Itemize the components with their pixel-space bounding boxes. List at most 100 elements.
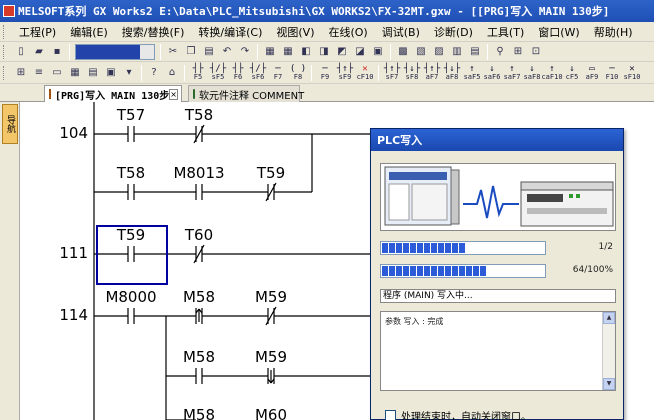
- key-sf5-open-branch[interactable]: ┤/├ sF5: [209, 64, 227, 81]
- tab-program-main[interactable]: [PRG]写入 MAIN 130步 ×: [44, 85, 182, 102]
- key-f9-hline[interactable]: ─ F9: [316, 64, 334, 81]
- key-af7-rising-branch[interactable]: ┤↑├ aF7: [423, 64, 441, 81]
- key-sf8-falling[interactable]: ┤↓├ sF8: [403, 64, 421, 81]
- statement-icon[interactable]: ▦: [67, 65, 83, 81]
- key-saf5[interactable]: ↑ saF5: [463, 64, 481, 81]
- navigation-tab[interactable]: 导航: [2, 104, 18, 144]
- contact-label[interactable]: M58: [164, 406, 234, 420]
- key-f10[interactable]: ─ F10: [603, 64, 621, 81]
- key-af8-falling-branch[interactable]: ┤↓├ aF8: [443, 64, 461, 81]
- contact-label[interactable]: T58: [96, 164, 166, 182]
- log-scrollbar[interactable]: ▲ ▼: [602, 312, 615, 390]
- ladder-mode-icon[interactable]: ⊞: [13, 65, 29, 81]
- contact-label[interactable]: M8000: [96, 288, 166, 306]
- log-box[interactable]: 参数 写入 : 完成 ▲ ▼: [380, 311, 616, 391]
- contact-label[interactable]: T58: [164, 106, 234, 124]
- undo-icon[interactable]: ↶: [219, 44, 235, 60]
- contact-label[interactable]: T59: [96, 226, 166, 244]
- help-icon[interactable]: ?: [146, 65, 162, 81]
- progress-block: [382, 266, 388, 276]
- key-f8-instruction[interactable]: ( ) F8: [289, 64, 307, 81]
- menu-window[interactable]: 窗口(W): [531, 24, 586, 40]
- open-folder-icon[interactable]: ▰: [31, 44, 47, 60]
- simulation-icon[interactable]: ▨: [431, 44, 447, 60]
- monitor-icon[interactable]: ◪: [352, 44, 368, 60]
- note-icon[interactable]: ▤: [85, 65, 101, 81]
- auto-close-checkbox[interactable]: [385, 410, 396, 420]
- contact-label[interactable]: T60: [164, 226, 234, 244]
- compile-all-icon[interactable]: ▦: [280, 44, 296, 60]
- display-icon[interactable]: ▣: [103, 65, 119, 81]
- key-saf7[interactable]: ↑ saF7: [503, 64, 521, 81]
- close-icon[interactable]: ×: [169, 88, 178, 100]
- device-batch-icon[interactable]: ▩: [395, 44, 411, 60]
- menu-help[interactable]: 帮助(H): [587, 24, 640, 40]
- ladder-toolbar: ⊞ ≡ ▭ ▦ ▤ ▣ ▾ ? ⌂ ┤├ F5 ┤/├ sF5 ┤├ F6 ┤/├ sF…: [0, 62, 654, 84]
- compile-icon[interactable]: ▦: [262, 44, 278, 60]
- home-icon[interactable]: ⌂: [164, 65, 180, 81]
- menu-tools[interactable]: 工具(T): [480, 24, 531, 40]
- key-f7-coil[interactable]: ─ F7: [269, 64, 287, 81]
- tab-device-comment[interactable]: 软元件注释 COMMENT: [188, 85, 304, 102]
- verify-plc-icon[interactable]: ◩: [334, 44, 350, 60]
- watch-icon[interactable]: ▧: [413, 44, 429, 60]
- contact-label[interactable]: M60: [236, 406, 306, 420]
- toolbar-grip[interactable]: [3, 65, 6, 80]
- program-combo[interactable]: [75, 43, 155, 60]
- progress-block: [473, 266, 479, 276]
- auto-close-option[interactable]: 处理结束时，自动关闭窗口。: [385, 408, 531, 420]
- contact-label[interactable]: T57: [96, 106, 166, 124]
- key-caf10[interactable]: ↑ caF10: [541, 64, 562, 81]
- write-plc-icon[interactable]: ◨: [316, 44, 332, 60]
- auto-close-label: 处理结束时，自动关闭窗口。: [401, 412, 531, 420]
- contact-label[interactable]: M59: [236, 348, 306, 366]
- scroll-up-icon[interactable]: ▲: [603, 312, 615, 324]
- read-plc-icon[interactable]: ◧: [298, 44, 314, 60]
- list-mode-icon[interactable]: ≡: [31, 65, 47, 81]
- diagnostics-icon[interactable]: ▤: [467, 44, 483, 60]
- redo-icon[interactable]: ↷: [237, 44, 253, 60]
- key-sf7-rising[interactable]: ┤↑├ sF7: [383, 64, 401, 81]
- simulation-stop-icon[interactable]: ▥: [449, 44, 465, 60]
- find-icon[interactable]: ⚲: [492, 44, 508, 60]
- key-saf8[interactable]: ↓ saF8: [523, 64, 541, 81]
- menu-diagnostics[interactable]: 诊断(D): [427, 24, 480, 40]
- toolbar-grip[interactable]: [3, 24, 6, 39]
- toolbar-grip[interactable]: [3, 44, 6, 59]
- contact-label[interactable]: M59: [236, 288, 306, 306]
- contact-label[interactable]: M58: [164, 348, 234, 366]
- monitor-stop-icon[interactable]: ▣: [370, 44, 386, 60]
- key-f5-open-contact[interactable]: ┤├ F5: [189, 64, 207, 81]
- contact-label[interactable]: T59: [236, 164, 306, 182]
- menu-edit[interactable]: 编辑(E): [63, 24, 115, 40]
- key-sf10[interactable]: ✕ sF10: [623, 64, 641, 81]
- key-cf10-delete[interactable]: ✕ cF10: [356, 64, 374, 81]
- scale-icon[interactable]: ▾: [121, 65, 137, 81]
- contact-label[interactable]: M58: [164, 288, 234, 306]
- menu-online[interactable]: 在线(O): [321, 24, 374, 40]
- scroll-down-icon[interactable]: ▼: [603, 378, 615, 390]
- menu-find-replace[interactable]: 搜索/替换(F): [115, 24, 192, 40]
- contact-label[interactable]: M8013: [164, 164, 234, 182]
- cross-ref-icon[interactable]: ⊞: [510, 44, 526, 60]
- key-sf9-vline[interactable]: ┤↑├ sF9: [336, 64, 354, 81]
- copy-icon[interactable]: ❐: [183, 44, 199, 60]
- menu-debug[interactable]: 调试(B): [375, 24, 427, 40]
- cut-icon[interactable]: ✂: [165, 44, 181, 60]
- key-saf6[interactable]: ↓ saF6: [483, 64, 501, 81]
- menu-project[interactable]: 工程(P): [12, 24, 63, 40]
- key-sf6-closed-branch[interactable]: ┤/├ sF6: [249, 64, 267, 81]
- paste-icon[interactable]: ▤: [201, 44, 217, 60]
- menu-convert-compile[interactable]: 转换/编译(C): [191, 24, 269, 40]
- key-cf5[interactable]: ↓ cF5: [563, 64, 581, 81]
- zoom-icon[interactable]: ⊡: [528, 44, 544, 60]
- comment-icon[interactable]: ▭: [49, 65, 65, 81]
- dialog-title-bar[interactable]: PLC写入: [371, 129, 623, 151]
- step-number: 104: [59, 124, 88, 142]
- new-file-icon[interactable]: ▯: [13, 44, 29, 60]
- progress-block: [445, 243, 451, 253]
- save-icon[interactable]: ▪: [49, 44, 65, 60]
- key-f6-closed-contact[interactable]: ┤├ F6: [229, 64, 247, 81]
- key-af9[interactable]: ▭ aF9: [583, 64, 601, 81]
- menu-view[interactable]: 视图(V): [269, 24, 321, 40]
